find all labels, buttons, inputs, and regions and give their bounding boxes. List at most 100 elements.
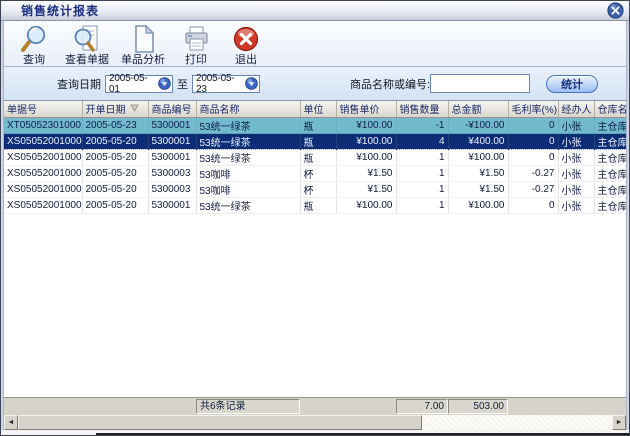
- cell-product-no: 5300001: [148, 149, 196, 165]
- horizontal-scrollbar[interactable]: ◄ ►: [3, 415, 627, 430]
- column-header-operator[interactable]: 经办人: [558, 101, 594, 117]
- product-filter-label: 商品名称或编号:: [350, 76, 430, 92]
- table-row[interactable]: XS0505200100032005-05-20530000353咖啡杯¥1.5…: [4, 181, 627, 197]
- cell-unit-price: ¥100.00: [336, 197, 396, 213]
- date-dropdown-icon[interactable]: [245, 77, 258, 90]
- toolbar-button-label: 单品分析: [121, 54, 165, 66]
- cell-doc-no: XS050520010002: [4, 149, 82, 165]
- date-dropdown-icon[interactable]: [158, 77, 171, 90]
- cell-unit: 瓶: [300, 149, 336, 165]
- cell-total-amount: ¥100.00: [448, 149, 508, 165]
- cell-product-name: 53统一绿茶: [196, 197, 300, 213]
- column-header-unit-price[interactable]: 销售单价: [336, 101, 396, 117]
- cell-operator: 小张: [558, 181, 594, 197]
- record-count: 共6条记录: [196, 399, 300, 414]
- printer-icon: [181, 24, 211, 54]
- column-header-quantity[interactable]: 销售数量: [396, 101, 448, 117]
- scrollbar-thumb[interactable]: [18, 415, 422, 430]
- query-date-label: 查询日期: [57, 76, 101, 92]
- column-header-unit[interactable]: 单位: [300, 101, 336, 117]
- data-grid: 单据号开单日期商品编号商品名称单位销售单价销售数量总金额毛利率(%)经办人仓库名…: [3, 100, 627, 397]
- cell-warehouse: 主仓库: [594, 117, 627, 133]
- grid-header-row: 单据号开单日期商品编号商品名称单位销售单价销售数量总金额毛利率(%)经办人仓库名…: [4, 101, 627, 117]
- filter-bar: 查询日期 2005-05-01 至 2005-05-23 商品名称或编号: 统计: [3, 67, 627, 100]
- cell-warehouse: 主仓库: [594, 149, 627, 165]
- cell-doc-no: XT050523010001: [4, 117, 82, 133]
- view-document-button[interactable]: 查看单据: [62, 23, 112, 66]
- sort-desc-icon: [130, 103, 139, 115]
- cell-product-name: 53统一绿茶: [196, 117, 300, 133]
- document-icon: [128, 24, 158, 54]
- cell-product-name: 53统一绿茶: [196, 149, 300, 165]
- column-header-warehouse[interactable]: 仓库名称: [594, 101, 627, 117]
- cell-quantity: 1: [396, 197, 448, 213]
- statistics-button[interactable]: 统计: [546, 75, 598, 93]
- table-row[interactable]: XS0505200100022005-05-20530000153统一绿茶瓶¥1…: [4, 149, 627, 165]
- cell-margin: -0.27: [508, 181, 558, 197]
- cell-warehouse: 主仓库: [594, 181, 627, 197]
- cell-product-no: 5300003: [148, 165, 196, 181]
- cell-product-no: 5300001: [148, 133, 196, 149]
- cell-product-name: 53咖啡: [196, 165, 300, 181]
- cell-margin: 0: [508, 149, 558, 165]
- table-row[interactable]: XS0505200100022005-05-20530000353咖啡杯¥1.5…: [4, 165, 627, 181]
- exit-button[interactable]: 退出: [224, 23, 268, 66]
- cell-margin: 0: [508, 133, 558, 149]
- cell-unit-price: ¥100.00: [336, 149, 396, 165]
- item-analysis-button[interactable]: 单品分析: [118, 23, 168, 66]
- cell-operator: 小张: [558, 117, 594, 133]
- date-from-value: 2005-05-01: [106, 73, 158, 95]
- column-header-total-amount[interactable]: 总金额: [448, 101, 508, 117]
- column-header-doc-no[interactable]: 单据号: [4, 101, 82, 117]
- cell-product-no: 5300001: [148, 117, 196, 133]
- date-from-input[interactable]: 2005-05-01: [105, 75, 173, 93]
- column-header-product-no[interactable]: 商品编号: [148, 101, 196, 117]
- to-label: 至: [177, 76, 188, 92]
- cell-margin: 0: [508, 117, 558, 133]
- date-to-value: 2005-05-23: [193, 73, 245, 95]
- search-icon: [19, 24, 49, 54]
- scroll-left-icon[interactable]: ◄: [4, 415, 18, 430]
- cell-total-amount: ¥100.00: [448, 197, 508, 213]
- cell-quantity: 1: [396, 181, 448, 197]
- cell-doc-no: XS050520010002: [4, 165, 82, 181]
- search-document-icon: [72, 24, 102, 54]
- scrollbar-track[interactable]: [18, 415, 612, 430]
- table-row[interactable]: XS0505200100032005-05-20530000153统一绿茶瓶¥1…: [4, 197, 627, 213]
- cell-order-date: 2005-05-20: [82, 197, 148, 213]
- cell-unit: 杯: [300, 181, 336, 197]
- print-button[interactable]: 打印: [174, 23, 218, 66]
- table-row[interactable]: XS0505200100012005-05-20530000153统一绿茶瓶¥1…: [4, 133, 627, 149]
- toolbar-button-label: 查询: [23, 54, 45, 66]
- cell-unit: 瓶: [300, 197, 336, 213]
- toolbar-button-label: 查看单据: [65, 54, 109, 66]
- summary-bar: 共6条记录 7.00 503.00: [3, 397, 627, 415]
- cell-unit-price: ¥100.00: [336, 133, 396, 149]
- cell-order-date: 2005-05-20: [82, 149, 148, 165]
- cell-operator: 小张: [558, 197, 594, 213]
- cell-unit-price: ¥100.00: [336, 117, 396, 133]
- close-icon[interactable]: [607, 2, 624, 19]
- query-button[interactable]: 查询: [12, 23, 56, 66]
- cell-operator: 小张: [558, 149, 594, 165]
- scroll-right-icon[interactable]: ►: [612, 415, 626, 430]
- toolbar-button-label: 打印: [185, 54, 207, 66]
- column-header-product-name[interactable]: 商品名称: [196, 101, 300, 117]
- cell-order-date: 2005-05-23: [82, 117, 148, 133]
- sales-report-window: 销售统计报表 查询查看单据单品分析打印退出 查询日期 2005-05-01 至 …: [0, 0, 630, 436]
- cell-product-name: 53咖啡: [196, 181, 300, 197]
- column-header-order-date[interactable]: 开单日期: [82, 101, 148, 117]
- cell-order-date: 2005-05-20: [82, 133, 148, 149]
- column-header-margin[interactable]: 毛利率(%): [508, 101, 558, 117]
- cell-warehouse: 主仓库: [594, 197, 627, 213]
- cell-order-date: 2005-05-20: [82, 181, 148, 197]
- date-to-input[interactable]: 2005-05-23: [192, 75, 260, 93]
- cell-doc-no: XS050520010001: [4, 133, 82, 149]
- cell-total-amount: ¥400.00: [448, 133, 508, 149]
- table-row[interactable]: XT0505230100012005-05-23530000153统一绿茶瓶¥1…: [4, 117, 627, 133]
- cell-total-amount: -¥100.00: [448, 117, 508, 133]
- cell-product-name: 53统一绿茶: [196, 133, 300, 149]
- product-filter-input[interactable]: [430, 74, 530, 93]
- cell-order-date: 2005-05-20: [82, 165, 148, 181]
- cell-product-no: 5300003: [148, 181, 196, 197]
